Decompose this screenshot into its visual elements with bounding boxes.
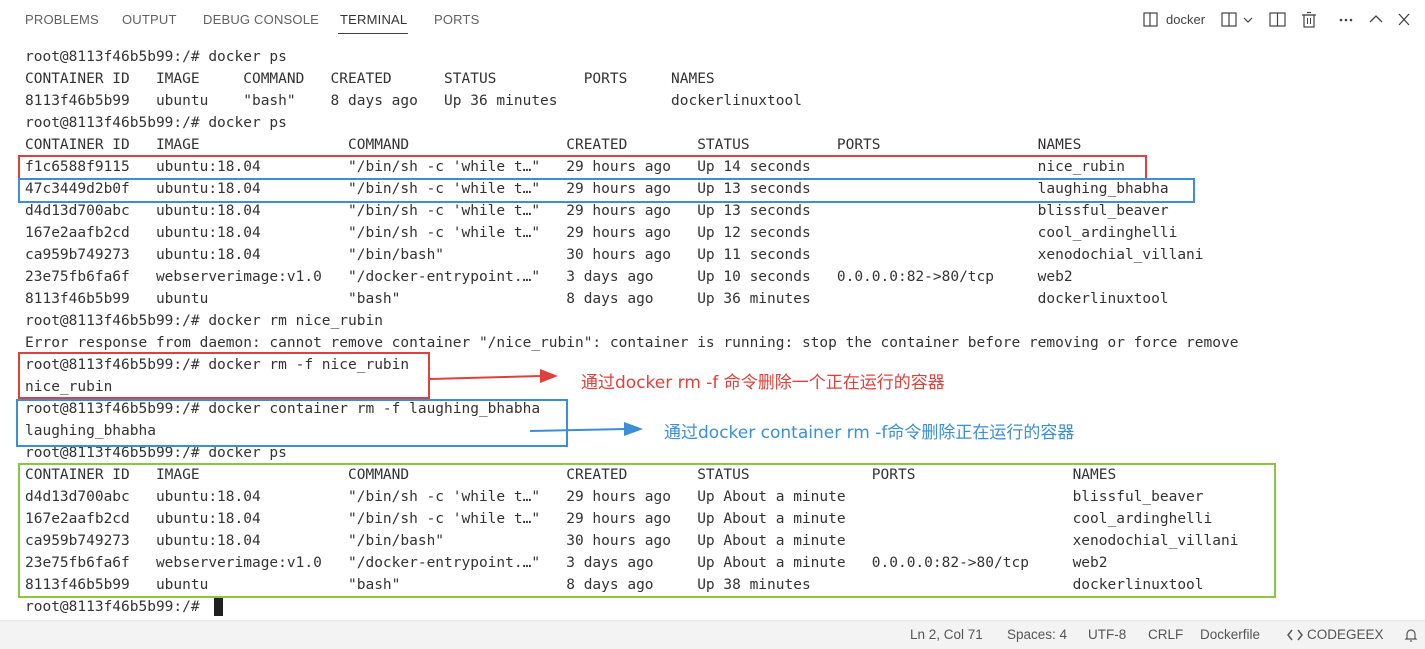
terminal-prompt: root@8113f46b5b99:/#	[25, 599, 209, 615]
cursor-position[interactable]: Ln 2, Col 71	[910, 627, 983, 642]
terminal-line: 8113f46b5b99 ubuntu "bash" 8 days ago Up…	[25, 93, 802, 109]
terminal-line: root@8113f46b5b99:/# docker ps	[25, 49, 287, 65]
terminal-line: 8113f46b5b99 ubuntu "bash" 8 days ago Up…	[25, 291, 1169, 307]
terminal-line: 167e2aafb2cd ubuntu:18.04 "/bin/sh -c 'w…	[25, 225, 1178, 241]
code-brackets-icon	[1287, 629, 1303, 641]
status-bar: Ln 2, Col 71 Spaces: 4 UTF-8 CRLF Docker…	[0, 620, 1425, 649]
indentation[interactable]: Spaces: 4	[1007, 627, 1067, 642]
terminal-line: 23e75fb6fa6f webserverimage:v1.0 "/docke…	[25, 269, 1073, 285]
terminal-line: CONTAINER ID IMAGE COMMAND CREATED STATU…	[25, 137, 1082, 153]
line-ending[interactable]: CRLF	[1148, 627, 1183, 642]
annotation-blue: 通过docker container rm -f命令删除正在运行的容器	[664, 423, 1075, 443]
encoding[interactable]: UTF-8	[1088, 627, 1126, 642]
command-box-blue	[16, 399, 568, 447]
terminal-line: ca959b749273 ubuntu:18.04 "/bin/bash" 30…	[25, 247, 1204, 263]
terminal-line: root@8113f46b5b99:/# docker ps	[25, 115, 287, 131]
terminal-line: Error response from daemon: cannot remov…	[25, 335, 1239, 351]
terminal-line: CONTAINER ID IMAGE COMMAND CREATED STATU…	[25, 71, 715, 87]
command-box-red	[18, 352, 430, 399]
annotation-red: 通过docker rm -f 命令删除一个正在运行的容器	[581, 373, 945, 393]
terminal-line: root@8113f46b5b99:/# docker rm nice_rubi…	[25, 313, 383, 329]
highlight-box-red	[18, 155, 1147, 180]
terminal-output[interactable]: root@8113f46b5b99:/# docker ps CONTAINER…	[0, 0, 1425, 620]
blue-arrow-icon	[530, 422, 643, 436]
bell-icon[interactable]	[1404, 627, 1418, 643]
language-mode[interactable]: Dockerfile	[1200, 627, 1260, 642]
terminal-cursor	[214, 598, 223, 616]
extension-status[interactable]: CODEGEEX	[1307, 627, 1384, 642]
terminal-line: d4d13d700abc ubuntu:18.04 "/bin/sh -c 'w…	[25, 203, 1169, 219]
result-box-green	[18, 463, 1276, 598]
red-arrow-icon	[430, 369, 558, 383]
highlight-box-blue	[18, 178, 1195, 203]
